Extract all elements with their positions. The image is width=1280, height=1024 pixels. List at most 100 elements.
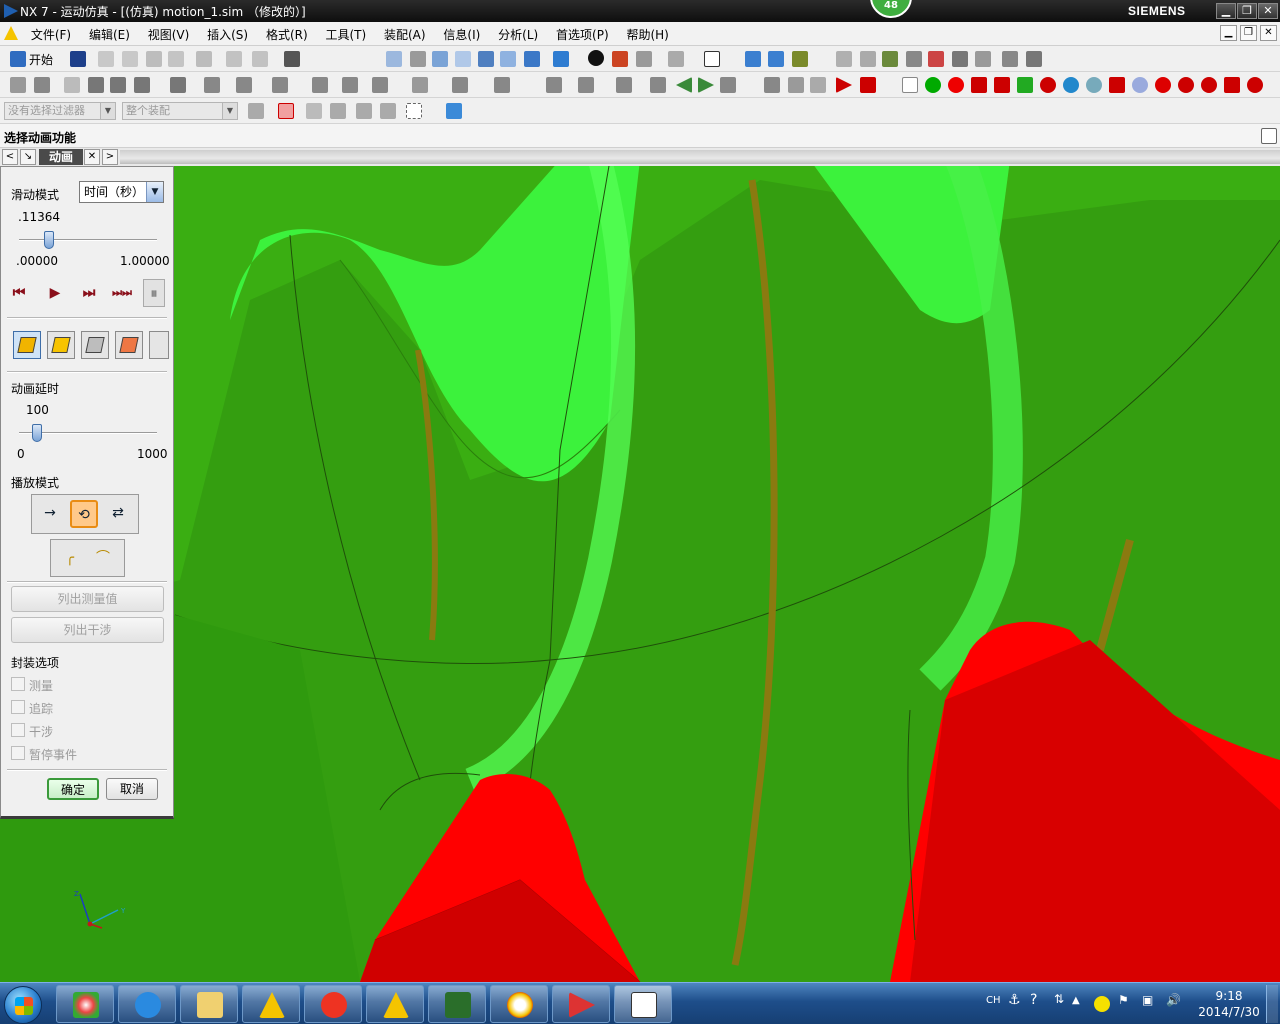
step-forward-button[interactable]: ⏭	[77, 279, 101, 307]
zoom-window-icon[interactable]	[410, 51, 426, 67]
red-sprocket2-icon[interactable]	[1178, 77, 1194, 93]
face-analysis-icon[interactable]	[612, 51, 628, 67]
assembly-position-button[interactable]: ⌒	[89, 545, 117, 573]
trace-checkbox[interactable]	[11, 700, 25, 714]
menu-edit[interactable]: 编辑(E)	[82, 22, 137, 45]
design-position-button[interactable]: ╭	[56, 545, 84, 573]
play-once-button[interactable]: →	[36, 500, 64, 528]
menu-analysis[interactable]: 分析(L)	[491, 22, 545, 45]
doc-close-button[interactable]: ✕	[1260, 25, 1277, 41]
gear-pair-icon[interactable]	[312, 77, 328, 93]
green-ring-icon[interactable]	[925, 77, 941, 93]
red-cylinder-icon[interactable]	[971, 77, 987, 93]
green-link-icon[interactable]	[1017, 77, 1033, 93]
red-loop-icon[interactable]	[1247, 77, 1263, 93]
shading-icon[interactable]	[588, 50, 604, 66]
menu-format[interactable]: 格式(R)	[259, 22, 315, 45]
cancel-button[interactable]: 取消	[106, 778, 158, 800]
export-icon[interactable]	[650, 77, 666, 93]
tab-animation[interactable]: 动画	[39, 149, 83, 165]
ok-button[interactable]: 确定	[47, 778, 99, 800]
window-icon[interactable]	[252, 51, 268, 67]
solve-icon[interactable]	[546, 77, 562, 93]
animation-type-3-button[interactable]	[81, 331, 109, 359]
tab-pin-button[interactable]: ↘	[20, 149, 36, 165]
menu-file[interactable]: 文件(F)	[24, 22, 78, 45]
red-chain-icon[interactable]	[1201, 77, 1217, 93]
animation-type-1-button[interactable]	[13, 331, 41, 359]
tray-flag-icon[interactable]: ⚑	[1118, 993, 1129, 1007]
assembly-nav-icon[interactable]	[745, 51, 761, 67]
time-slider-track[interactable]	[19, 239, 157, 241]
anim-reset-icon[interactable]	[764, 77, 780, 93]
pause-button[interactable]: ⏸	[143, 279, 165, 307]
function-icon[interactable]	[64, 77, 80, 93]
repeat-icon[interactable]	[226, 51, 242, 67]
spring-icon[interactable]	[906, 51, 922, 67]
cube-icon[interactable]	[636, 51, 652, 67]
tray-help-icon[interactable]: ?	[1030, 992, 1037, 1008]
menu-tools[interactable]: 工具(T)	[318, 22, 373, 45]
menu-information[interactable]: 信息(I)	[436, 22, 487, 45]
damper-icon[interactable]	[928, 51, 944, 67]
tab-prev-button[interactable]: <	[2, 149, 18, 165]
menu-insert[interactable]: 插入(S)	[200, 22, 255, 45]
coupler-icon[interactable]	[170, 77, 186, 93]
tray-expand-icon[interactable]: ▲	[1072, 995, 1080, 1006]
view-orientation-icon[interactable]	[553, 51, 569, 67]
anim-step-back-icon[interactable]	[810, 77, 826, 93]
taskbar-app-a1[interactable]	[242, 985, 300, 1023]
select-face-icon[interactable]	[330, 103, 346, 119]
start-orb-button[interactable]	[4, 986, 42, 1024]
layer-icon[interactable]	[668, 51, 684, 67]
link-create-icon[interactable]	[88, 77, 104, 93]
taskbar-nx[interactable]	[552, 985, 610, 1023]
magnify-icon[interactable]	[455, 51, 471, 67]
solution-icon[interactable]	[452, 77, 468, 93]
tray-display-icon[interactable]: ▣	[1142, 993, 1153, 1007]
anim-rewind-icon[interactable]	[788, 77, 804, 93]
rectangle-select-icon[interactable]	[406, 103, 422, 119]
rack-pinion-icon[interactable]	[342, 77, 358, 93]
rewind-button[interactable]: ⏮	[7, 279, 31, 307]
snap-point-icon[interactable]	[278, 103, 294, 119]
results-icon[interactable]	[578, 77, 594, 93]
taskbar-app-a2[interactable]	[366, 985, 424, 1023]
list-measurements-button[interactable]: 列出测量值	[11, 586, 164, 612]
red-green-chain-icon[interactable]	[1224, 77, 1240, 93]
select-body-icon[interactable]	[356, 103, 372, 119]
link-icon[interactable]	[860, 51, 876, 67]
undo-icon[interactable]	[196, 51, 212, 67]
select-feature-icon[interactable]	[380, 103, 396, 119]
measure-distance-icon[interactable]	[1002, 51, 1018, 67]
zoom-icon[interactable]	[432, 51, 448, 67]
motion-joint-icon[interactable]	[836, 51, 852, 67]
slide-mode-select[interactable]: 时间（秒） ▼	[79, 181, 164, 203]
tray-security-icon[interactable]	[1094, 996, 1110, 1012]
paste-icon[interactable]	[146, 51, 162, 67]
anim-step-forward-icon[interactable]	[860, 77, 876, 93]
motion-env-icon[interactable]	[10, 77, 26, 93]
blue-gear-icon[interactable]	[1086, 77, 1102, 93]
pause-event-checkbox[interactable]	[11, 746, 25, 760]
solver-icon[interactable]	[412, 77, 428, 93]
tray-volume-icon[interactable]: 🔊	[1166, 993, 1181, 1007]
start-button[interactable]: 开始	[29, 51, 53, 68]
filter-reset-icon[interactable]	[248, 103, 264, 119]
menu-help[interactable]: 帮助(H)	[619, 22, 675, 45]
selection-scope-combo[interactable]: 整个装配 ▼	[122, 102, 238, 120]
graphics-window[interactable]	[0, 160, 1280, 982]
tab-close-button[interactable]: ✕	[84, 149, 100, 165]
fast-forward-button[interactable]: ⏭⏭	[107, 279, 137, 307]
measure-angle-icon[interactable]	[1026, 51, 1042, 67]
tray-language[interactable]: CH	[986, 995, 1001, 1006]
blue-ring-icon[interactable]	[1063, 77, 1079, 93]
light-gear-icon[interactable]	[1132, 77, 1148, 93]
constraint-icon[interactable]	[768, 51, 784, 67]
red-gear-icon[interactable]	[948, 77, 964, 93]
tray-anchor-icon[interactable]: ⚓	[1008, 992, 1021, 1008]
taskbar-qq[interactable]	[490, 985, 548, 1023]
menu-preferences[interactable]: 首选项(P)	[549, 22, 616, 45]
animation-type-4-button[interactable]	[115, 331, 143, 359]
binoculars-icon[interactable]	[284, 51, 300, 67]
